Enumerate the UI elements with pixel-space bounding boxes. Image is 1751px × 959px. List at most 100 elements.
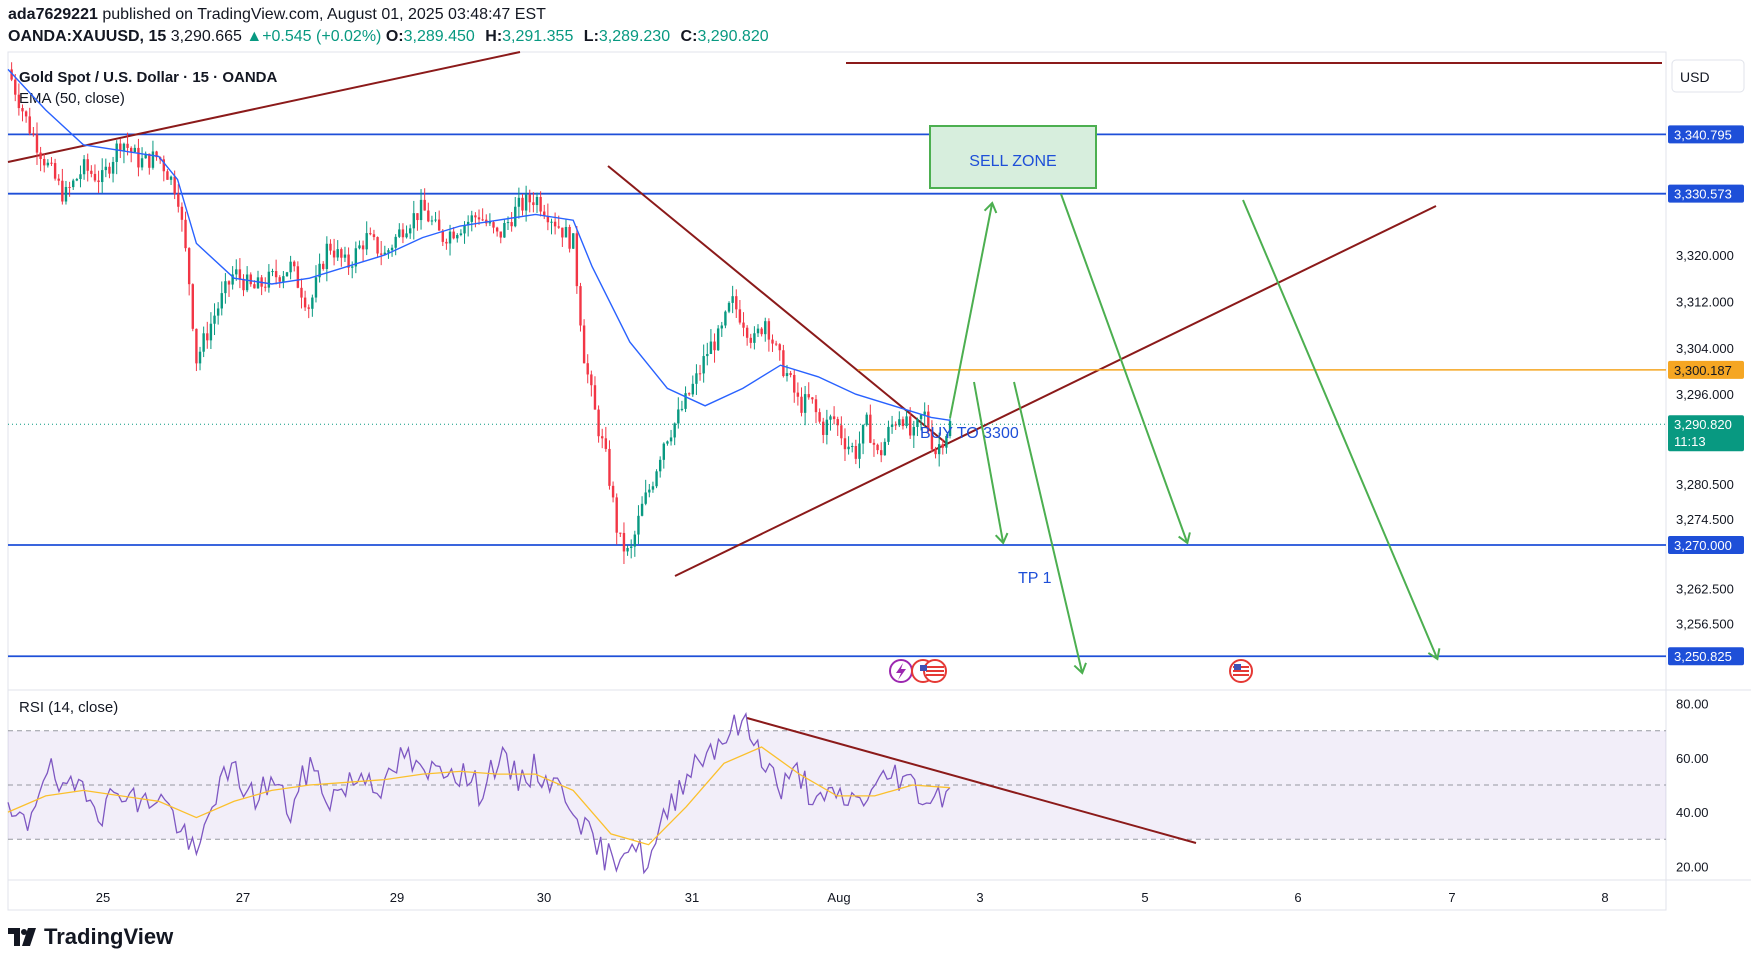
- candle-body: [133, 147, 137, 153]
- candle-body: [264, 286, 267, 288]
- candle-body: [811, 397, 814, 400]
- candle-body: [108, 166, 111, 174]
- candle-body: [506, 222, 510, 224]
- candle-body: [803, 394, 807, 413]
- candle-body: [437, 219, 441, 231]
- candle-body: [452, 231, 455, 239]
- us-flag-icon[interactable]: [911, 659, 947, 683]
- candle-body: [72, 180, 75, 188]
- candle-body: [644, 492, 647, 504]
- time-tick-label: 30: [537, 890, 551, 905]
- tradingview-logo[interactable]: TradingView: [8, 924, 173, 950]
- candle-body: [351, 266, 354, 268]
- candle-body: [564, 226, 568, 238]
- candle-body: [173, 176, 176, 194]
- candle-body: [601, 436, 604, 439]
- buy-label[interactable]: BUY TO 3300: [920, 425, 1019, 442]
- candle-body: [535, 196, 539, 206]
- candle-body: [901, 419, 905, 427]
- candle-body: [39, 152, 42, 159]
- candle-body: [303, 297, 307, 308]
- candle-body: [745, 327, 749, 338]
- candle-body: [278, 277, 281, 282]
- candle-body: [832, 416, 836, 420]
- candle-body: [209, 323, 213, 341]
- candle-body: [43, 158, 46, 166]
- candle-body: [126, 143, 129, 148]
- candle-body: [597, 409, 600, 437]
- candle-body: [137, 147, 140, 168]
- candle-body: [97, 180, 100, 183]
- candle-body: [782, 350, 785, 377]
- candle-body: [401, 229, 405, 238]
- candle-body: [325, 243, 329, 269]
- lightning-icon[interactable]: [889, 659, 913, 683]
- trendline-descending[interactable]: [607, 165, 947, 444]
- candle-body: [180, 206, 184, 220]
- candle-body: [648, 489, 651, 493]
- currency-label[interactable]: USD: [1680, 69, 1710, 85]
- arrow-down-2[interactable]: [1013, 381, 1087, 675]
- candle-body: [412, 213, 416, 229]
- candle-body: [662, 443, 666, 460]
- candle-body: [774, 343, 778, 345]
- candle-body: [28, 116, 31, 134]
- candle-body: [111, 161, 115, 174]
- candle-body: [789, 373, 792, 375]
- level-price-label: 3,250.825: [1674, 649, 1732, 664]
- candle-body: [793, 374, 796, 393]
- arrow-down-3[interactable]: [1060, 193, 1191, 545]
- time-tick-label: 27: [236, 890, 250, 905]
- candle-body: [427, 210, 430, 222]
- candle-body: [249, 274, 252, 285]
- candle-body: [166, 171, 169, 180]
- candle-body: [890, 424, 894, 427]
- chart-canvas[interactable]: USD Gold Spot / U.S. Dollar · 15 · OANDA…: [0, 0, 1751, 920]
- candle-body: [50, 162, 53, 164]
- candle-body: [695, 373, 698, 384]
- trendline-ascending[interactable]: [674, 205, 1437, 577]
- candle-body: [677, 409, 680, 424]
- candle-body: [405, 233, 408, 238]
- candle-body: [379, 253, 383, 255]
- candle-body: [669, 437, 673, 442]
- candle-body: [876, 444, 879, 451]
- candle-body: [713, 341, 716, 351]
- candle-body: [908, 416, 912, 436]
- candle-body: [640, 503, 644, 516]
- arrow-down-1[interactable]: [973, 381, 1009, 545]
- candle-body: [651, 486, 655, 490]
- candle-body: [622, 532, 626, 552]
- candle-body: [698, 373, 702, 375]
- us-flag-icon[interactable]: [1229, 659, 1253, 683]
- candle-body: [419, 199, 423, 221]
- candle-body: [122, 143, 126, 151]
- candle-body: [934, 449, 937, 455]
- candle-body: [796, 392, 800, 397]
- rsi-axis-ticks: 80.00 60.00 40.00 20.00: [1676, 697, 1709, 875]
- time-tick-label: 29: [390, 890, 404, 905]
- candle-body: [941, 444, 944, 448]
- horizontal-levels[interactable]: [8, 133, 1666, 658]
- candle-body: [727, 302, 731, 312]
- candle-body: [68, 186, 71, 188]
- candle-body: [568, 226, 571, 249]
- candle-body: [376, 237, 379, 254]
- candle-body: [843, 438, 847, 450]
- tp-label[interactable]: TP 1: [1018, 570, 1052, 587]
- candle-body: [477, 217, 481, 220]
- arrow-down-4[interactable]: [1242, 199, 1441, 661]
- rsi-legend[interactable]: RSI (14, close): [19, 699, 118, 716]
- candle-body: [673, 423, 676, 438]
- time-axis-ticks: 25 27 29 30 31 Aug 3 5 6 7 8: [96, 890, 1609, 905]
- candle-body: [227, 281, 231, 285]
- candle-body: [818, 412, 821, 422]
- arrow-up-to-sell-zone[interactable]: [949, 201, 998, 419]
- candle-body: [90, 170, 93, 174]
- price-tick-label: 3,262.500: [1676, 582, 1734, 597]
- time-tick-label: 7: [1448, 890, 1455, 905]
- candle-body: [749, 337, 752, 343]
- sell-zone-label: SELL ZONE: [969, 153, 1056, 170]
- candle-body: [314, 277, 318, 298]
- candle-body: [687, 393, 691, 395]
